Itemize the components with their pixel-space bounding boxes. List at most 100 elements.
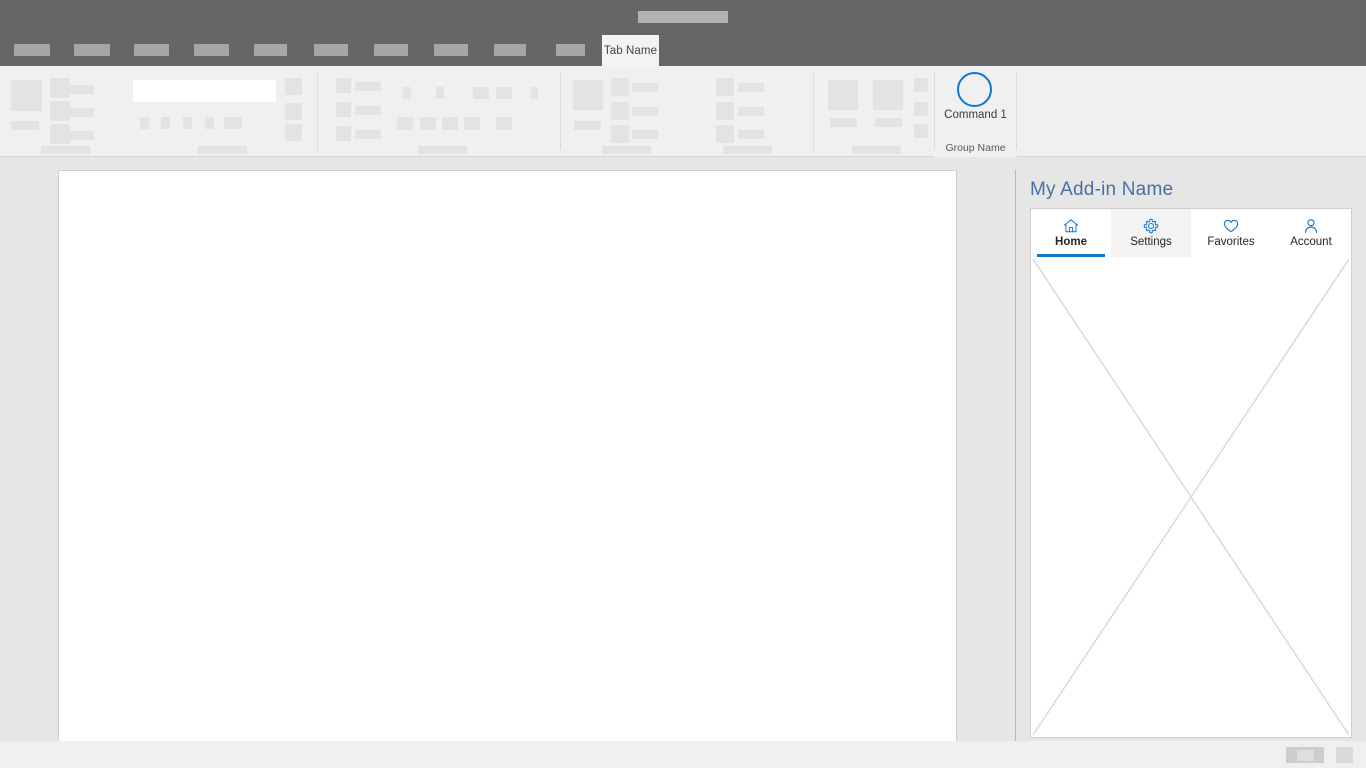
ribbon-label-placeholder xyxy=(738,83,764,92)
ribbon-button-placeholder[interactable] xyxy=(403,87,411,99)
ribbon-button-placeholder[interactable] xyxy=(442,117,458,130)
ribbon-tab-placeholder-2[interactable] xyxy=(74,44,110,56)
ribbon-group-1 xyxy=(0,66,317,156)
addin-content-area[interactable] xyxy=(1031,257,1351,737)
tab-settings[interactable]: Settings xyxy=(1111,209,1191,257)
ribbon-button-placeholder[interactable] xyxy=(11,80,42,111)
ribbon-button-placeholder[interactable] xyxy=(573,80,603,110)
ribbon-tab-placeholder-8[interactable] xyxy=(434,44,468,56)
ribbon-button-placeholder[interactable] xyxy=(336,102,351,117)
circle-icon[interactable] xyxy=(957,72,992,107)
tab-account[interactable]: Account xyxy=(1271,209,1351,257)
ribbon-label-placeholder xyxy=(68,108,94,117)
ribbon-button-placeholder[interactable] xyxy=(496,117,512,130)
ribbon-tab-strip xyxy=(0,35,1366,66)
ribbon-label-placeholder xyxy=(355,130,381,139)
tab-home-label: Home xyxy=(1055,236,1087,249)
ribbon-group-separator-2 xyxy=(560,72,561,150)
ribbon-button-placeholder[interactable] xyxy=(611,125,629,143)
ribbon-button-placeholder[interactable] xyxy=(574,121,601,130)
tab-home[interactable]: Home xyxy=(1031,209,1111,257)
ribbon-tab-placeholder-10[interactable] xyxy=(556,44,585,56)
ribbon-button-placeholder[interactable] xyxy=(50,101,70,121)
ribbon-button-placeholder[interactable] xyxy=(473,87,489,99)
ribbon-button-placeholder[interactable] xyxy=(531,87,538,99)
tab-account-label: Account xyxy=(1290,236,1332,249)
ribbon-button-placeholder[interactable] xyxy=(830,118,857,127)
ribbon-tab-placeholder-1[interactable] xyxy=(14,44,50,56)
ribbon-button-placeholder[interactable] xyxy=(914,102,928,116)
ribbon-tab-placeholder-4[interactable] xyxy=(194,44,229,56)
ribbon-tab-placeholder-6[interactable] xyxy=(314,44,348,56)
status-bar xyxy=(0,741,1366,768)
group-separator-right xyxy=(1016,72,1017,150)
ribbon-button-placeholder[interactable] xyxy=(716,102,734,120)
ribbon-button-placeholder[interactable] xyxy=(11,121,39,130)
ribbon-tab-placeholder-7[interactable] xyxy=(374,44,408,56)
ribbon-button-placeholder[interactable] xyxy=(336,126,351,141)
ribbon-label-placeholder xyxy=(738,107,764,116)
ribbon-button-placeholder[interactable] xyxy=(875,118,902,127)
ribbon-group-2 xyxy=(318,66,560,156)
ribbon-group-separator-1 xyxy=(317,72,318,150)
ribbon-button-placeholder[interactable] xyxy=(224,117,242,129)
task-pane: My Add-in Name Home xyxy=(1016,157,1366,741)
ribbon-button-placeholder[interactable] xyxy=(914,78,928,92)
ribbon-label-placeholder xyxy=(68,131,94,140)
ribbon-label-placeholder xyxy=(738,130,764,139)
ribbon-input-placeholder[interactable] xyxy=(133,80,276,102)
ribbon-button-placeholder[interactable] xyxy=(716,125,734,143)
document-page[interactable] xyxy=(58,170,957,748)
ribbon-label-placeholder xyxy=(355,82,381,91)
ribbon-button-placeholder[interactable] xyxy=(140,117,149,129)
app-window: Tab Name Command 1 Group Name My Add-in … xyxy=(0,0,1366,768)
ribbon-label-placeholder xyxy=(355,106,381,115)
ribbon-button-placeholder[interactable] xyxy=(873,80,903,110)
ribbon-tab-placeholder-5[interactable] xyxy=(254,44,287,56)
ribbon-label-placeholder xyxy=(41,146,90,154)
status-placeholder-1-inner xyxy=(1297,750,1314,761)
ribbon-button-placeholder[interactable] xyxy=(420,117,436,130)
tab-favorites[interactable]: Favorites xyxy=(1191,209,1271,257)
tab-favorites-label: Favorites xyxy=(1207,236,1254,249)
ribbon-tab-named[interactable]: Tab Name xyxy=(602,35,659,66)
ribbon-button-placeholder[interactable] xyxy=(183,117,192,129)
ribbon-button-placeholder[interactable] xyxy=(496,87,512,99)
ribbon-label-placeholder xyxy=(602,146,651,154)
ribbon-label-placeholder xyxy=(418,146,467,154)
ribbon-button-placeholder[interactable] xyxy=(50,124,70,144)
ribbon-button-placeholder[interactable] xyxy=(285,124,302,141)
ribbon-label-placeholder xyxy=(632,83,658,92)
ribbon-button-placeholder[interactable] xyxy=(285,103,302,120)
ribbon-button-placeholder[interactable] xyxy=(611,78,629,96)
tab-settings-label: Settings xyxy=(1130,236,1172,249)
ribbon-button-placeholder[interactable] xyxy=(50,78,70,98)
ribbon-group-command: Command 1 Group Name xyxy=(934,66,1017,157)
ribbon-button-placeholder[interactable] xyxy=(205,117,214,129)
ribbon-button-placeholder[interactable] xyxy=(914,124,928,138)
crossed-box-placeholder xyxy=(1031,257,1351,737)
ribbon-group-4 xyxy=(814,66,934,156)
ribbon-group-label: Group Name xyxy=(934,142,1017,154)
ribbon-button-placeholder[interactable] xyxy=(611,102,629,120)
ribbon-button-placeholder[interactable] xyxy=(285,78,302,95)
heart-icon xyxy=(1222,217,1240,235)
ribbon-button-placeholder[interactable] xyxy=(161,117,170,129)
ribbon-tab-placeholder-3[interactable] xyxy=(134,44,169,56)
addin-card: Home Settings xyxy=(1030,208,1352,738)
ribbon-label-placeholder xyxy=(632,107,658,116)
ribbon-group-separator-3 xyxy=(813,72,814,150)
ribbon-button-placeholder[interactable] xyxy=(336,78,351,93)
command-1-button[interactable]: Command 1 xyxy=(934,109,1017,121)
ribbon-tab-placeholder-9[interactable] xyxy=(494,44,526,56)
home-icon xyxy=(1062,217,1080,235)
page-title: My Add-in Name xyxy=(1030,179,1173,201)
ribbon-button-placeholder[interactable] xyxy=(464,117,480,130)
person-icon xyxy=(1302,217,1320,235)
ribbon-button-placeholder[interactable] xyxy=(716,78,734,96)
ribbon-button-placeholder[interactable] xyxy=(397,117,413,130)
status-placeholder-2[interactable] xyxy=(1336,747,1353,763)
ribbon-button-placeholder[interactable] xyxy=(436,87,444,99)
ribbon xyxy=(0,66,1366,157)
ribbon-button-placeholder[interactable] xyxy=(828,80,858,110)
